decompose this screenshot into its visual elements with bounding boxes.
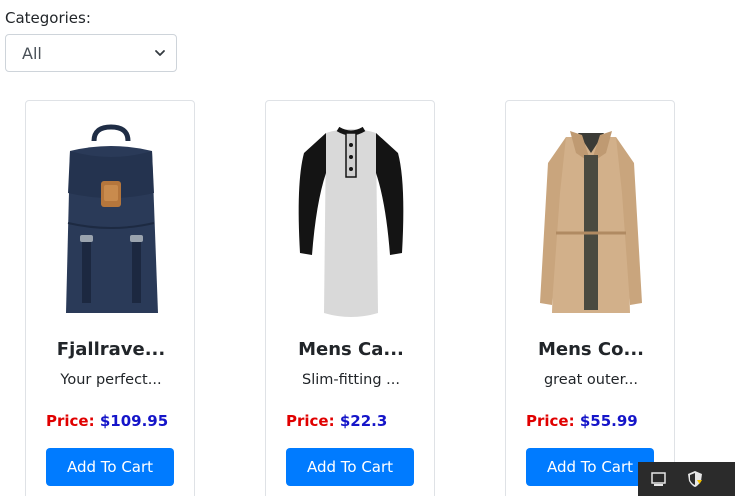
price-value: $55.99	[579, 412, 638, 430]
product-card: Mens Ca... Slim-fitting ... Price: $22.3…	[265, 100, 435, 496]
price-value: $22.3	[339, 412, 388, 430]
system-tray	[638, 462, 735, 496]
notification-icon[interactable]	[650, 470, 668, 488]
security-shield-icon[interactable]	[686, 470, 704, 488]
add-to-cart-button[interactable]: Add To Cart	[46, 448, 174, 486]
chevron-down-icon	[155, 50, 165, 56]
product-title[interactable]: Mens Ca...	[266, 339, 436, 360]
add-to-cart-button[interactable]: Add To Cart	[286, 448, 414, 486]
product-title[interactable]: Mens Co...	[506, 339, 676, 360]
product-description: Your perfect...	[60, 372, 162, 388]
price-value: $109.95	[99, 412, 169, 430]
product-image-tshirt	[298, 126, 404, 317]
product-description: great outer...	[543, 372, 639, 388]
price-line: Price: $55.99	[526, 412, 638, 430]
add-to-cart-button[interactable]: Add To Cart	[526, 448, 654, 486]
product-description: Slim-fitting ...	[302, 372, 400, 388]
product-title[interactable]: Fjallrave...	[26, 339, 196, 360]
product-card: Fjallrave... Your perfect... Price: $109…	[25, 100, 195, 496]
category-select-value: All	[22, 43, 42, 63]
price-label: Price:	[286, 412, 335, 430]
price-label: Price:	[526, 412, 575, 430]
price-label: Price:	[46, 412, 95, 430]
product-card: Mens Co... great outer... Price: $55.99 …	[505, 100, 675, 496]
category-filter-label: Categories:	[5, 9, 91, 27]
product-image-jacket	[540, 131, 642, 313]
price-line: Price: $109.95	[46, 412, 168, 430]
price-line: Price: $22.3	[286, 412, 387, 430]
product-image-backpack	[66, 124, 158, 313]
category-select[interactable]: All	[5, 34, 177, 72]
